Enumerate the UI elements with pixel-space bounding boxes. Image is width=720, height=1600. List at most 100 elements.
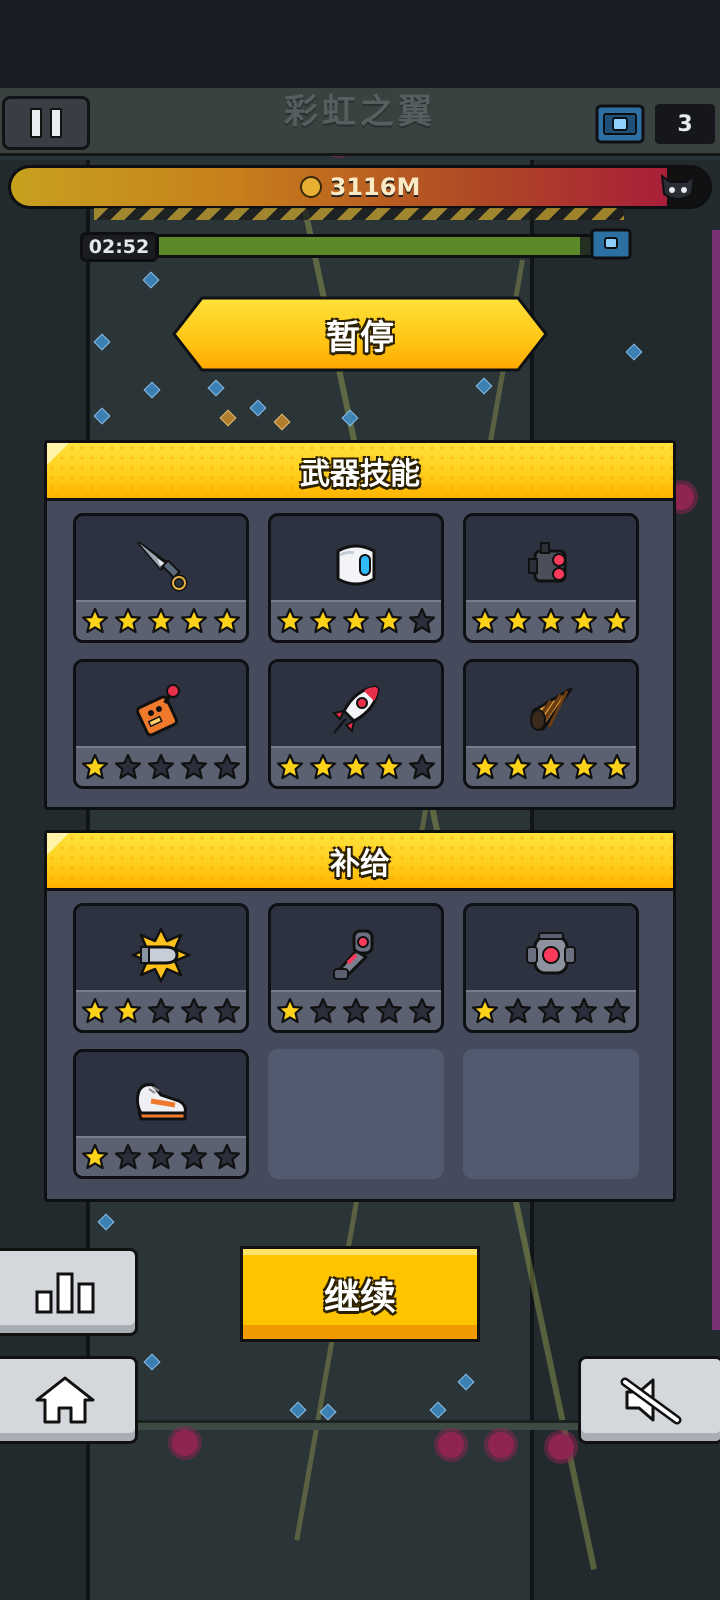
weapon-skills-title: 武器技能	[300, 456, 420, 492]
star-empty-icon	[503, 996, 533, 1026]
star-filled-icon	[80, 1142, 110, 1172]
star-empty-icon	[374, 996, 404, 1026]
star-empty-icon	[212, 752, 242, 782]
status-bar-area	[0, 0, 720, 92]
star-filled-icon	[503, 606, 533, 636]
time-progress-fill	[159, 237, 580, 255]
spike-mine	[488, 1432, 514, 1458]
pause-title: 暂停	[326, 317, 394, 358]
star-empty-icon	[179, 752, 209, 782]
star-empty-icon	[146, 752, 176, 782]
star-filled-icon	[374, 752, 404, 782]
weapon-skill-card[interactable]	[463, 513, 639, 643]
star-filled-icon	[341, 752, 371, 782]
star-rating	[271, 990, 441, 1030]
weapon-skills-panel: 武器技能	[44, 440, 676, 810]
timer: 02:52	[80, 232, 158, 262]
pause-icon	[30, 108, 42, 138]
continue-label: 继续	[323, 1277, 396, 1318]
supply-header: 补给	[47, 833, 673, 891]
spike-mine	[438, 1432, 464, 1458]
weapon-skill-card[interactable]	[463, 659, 639, 789]
star-filled-icon	[80, 752, 110, 782]
star-filled-icon	[503, 752, 533, 782]
star-empty-icon	[212, 996, 242, 1026]
star-filled-icon	[470, 606, 500, 636]
star-empty-icon	[179, 1142, 209, 1172]
star-empty-icon	[602, 996, 632, 1026]
star-filled-icon	[275, 996, 305, 1026]
star-rating	[466, 746, 636, 786]
star-rating	[76, 990, 246, 1030]
star-rating	[271, 746, 441, 786]
star-empty-icon	[146, 996, 176, 1026]
supply-item-card[interactable]	[73, 1049, 249, 1179]
star-filled-icon	[341, 606, 371, 636]
mute-button[interactable]	[578, 1356, 720, 1444]
star-rating	[76, 1136, 246, 1176]
empty-slot	[268, 1049, 444, 1179]
star-filled-icon	[470, 752, 500, 782]
star-empty-icon	[407, 996, 437, 1026]
spike-mine	[172, 1430, 198, 1456]
star-rating	[466, 990, 636, 1030]
supply-grid	[47, 891, 673, 1195]
weapon-skill-card[interactable]	[268, 513, 444, 643]
chest-count: 3	[655, 104, 715, 144]
star-filled-icon	[146, 606, 176, 636]
hazard-stripe	[94, 208, 624, 220]
weapon-skill-card[interactable]	[73, 513, 249, 643]
laser-turret-icon	[466, 522, 636, 608]
star-filled-icon	[308, 606, 338, 636]
star-filled-icon	[80, 996, 110, 1026]
star-filled-icon	[212, 606, 242, 636]
drone-icon	[271, 522, 441, 608]
star-filled-icon	[308, 752, 338, 782]
boss-skull-icon	[648, 170, 708, 206]
star-empty-icon	[341, 996, 371, 1026]
star-filled-icon	[113, 996, 143, 1026]
supply-item-card[interactable]	[73, 903, 249, 1033]
star-rating	[466, 600, 636, 640]
stats-button[interactable]	[0, 1248, 138, 1336]
pause-button[interactable]	[2, 96, 90, 150]
weapon-skills-grid	[47, 501, 673, 805]
laser-beam	[712, 230, 720, 1330]
level-name: 彩虹之翼	[284, 92, 436, 132]
pause-icon	[50, 108, 62, 138]
star-filled-icon	[602, 752, 632, 782]
star-filled-icon	[113, 606, 143, 636]
distance-progress-bar: 3116M	[8, 165, 712, 209]
star-filled-icon	[569, 606, 599, 636]
star-empty-icon	[308, 996, 338, 1026]
star-empty-icon	[113, 1142, 143, 1172]
star-empty-icon	[569, 996, 599, 1026]
star-filled-icon	[275, 606, 305, 636]
treasure-chest-icon	[590, 226, 632, 262]
star-filled-icon	[470, 996, 500, 1026]
weapon-skill-card[interactable]	[268, 659, 444, 789]
time-progress-bar	[156, 234, 596, 258]
star-empty-icon	[146, 1142, 176, 1172]
weapon-skills-header: 武器技能	[47, 443, 673, 501]
star-filled-icon	[275, 752, 305, 782]
star-filled-icon	[602, 606, 632, 636]
remote-controller-icon	[76, 668, 246, 754]
continue-button[interactable]: 继续	[240, 1246, 480, 1342]
star-empty-icon	[212, 1142, 242, 1172]
supply-item-card[interactable]	[268, 903, 444, 1033]
drill-icon	[466, 668, 636, 754]
supply-title: 补给	[330, 846, 390, 882]
star-filled-icon	[569, 752, 599, 782]
star-filled-icon	[536, 606, 566, 636]
star-empty-icon	[407, 606, 437, 636]
spike-mine	[548, 1434, 574, 1460]
star-empty-icon	[536, 996, 566, 1026]
armor-gauntlet-icon	[271, 912, 441, 998]
weapon-skill-card[interactable]	[73, 659, 249, 789]
home-button[interactable]	[0, 1356, 138, 1444]
supply-item-card[interactable]	[463, 903, 639, 1033]
sound-off-icon	[620, 1377, 682, 1425]
star-rating	[76, 600, 246, 640]
star-empty-icon	[179, 996, 209, 1026]
